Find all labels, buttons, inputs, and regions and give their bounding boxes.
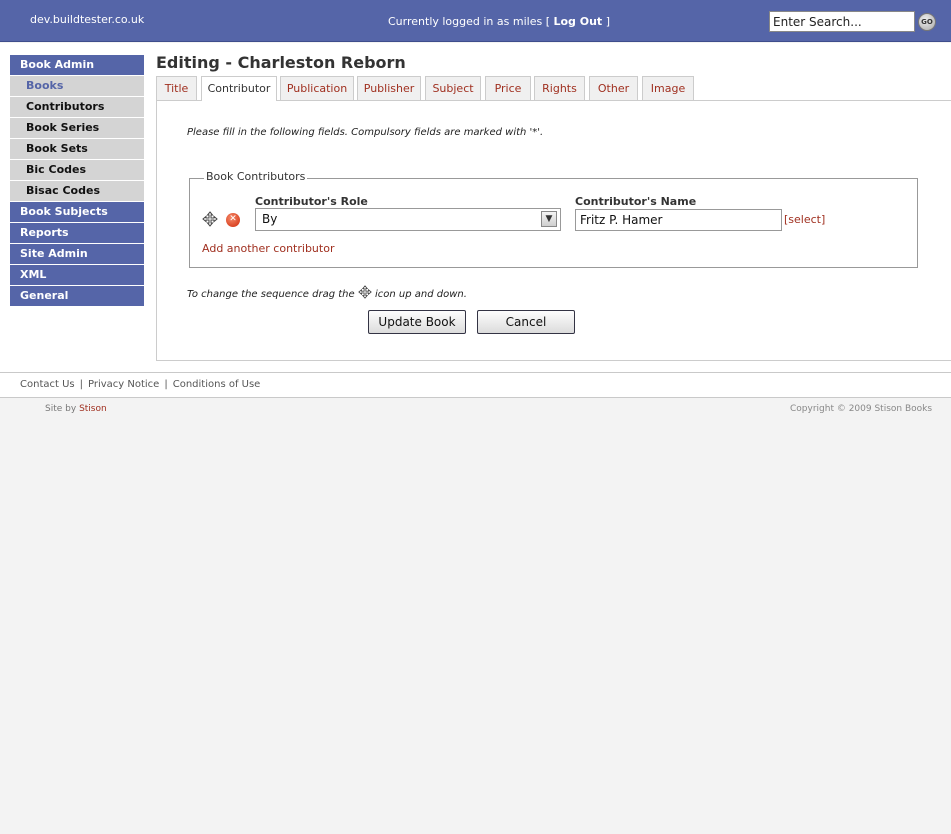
privacy-notice-link[interactable]: Privacy Notice [88, 379, 159, 390]
sidebar-item-contributors[interactable]: Contributors [10, 97, 144, 117]
sidebar-item-site-admin[interactable]: Site Admin [10, 244, 144, 264]
footer-separator: | [164, 379, 168, 390]
sidebar-item-book-subjects[interactable]: Book Subjects [10, 202, 144, 222]
footer-links: Contact Us | Privacy Notice | Conditions of … [20, 379, 260, 390]
sidebar-item-book-series[interactable]: Book Series [10, 118, 144, 138]
sidebar-item-book-sets[interactable]: Book Sets [10, 139, 144, 159]
login-prefix: Currently logged in as miles [ [388, 15, 550, 28]
sidebar-item-general[interactable]: General [10, 286, 144, 306]
tab-publication[interactable]: Publication [280, 76, 354, 100]
top-header-bar: dev.buildtester.co.uk Currently logged i… [0, 0, 951, 42]
name-label: Contributor's Name [575, 195, 697, 208]
role-select-value: By [262, 212, 278, 226]
tab-other[interactable]: Other [589, 76, 638, 100]
drag-move-icon[interactable] [202, 211, 218, 227]
login-suffix: ] [605, 15, 610, 28]
form-intro-text: Please fill in the following fields. Com… [187, 127, 544, 138]
drag-note-after: icon up and down. [375, 289, 467, 300]
contributor-name-input[interactable] [575, 209, 782, 231]
credit-prefix: Site by [45, 404, 77, 414]
role-select[interactable]: By ▼ [255, 208, 561, 231]
role-label: Contributor's Role [255, 195, 368, 208]
fieldset-legend: Book Contributors [204, 170, 308, 183]
sidebar-nav: Book Admin Books Contributors Book Serie… [10, 55, 144, 307]
sidebar-item-book-admin[interactable]: Book Admin [10, 55, 144, 75]
remove-contributor-icon[interactable]: ✕ [226, 213, 240, 227]
drag-note-before: To change the sequence drag the [187, 289, 355, 300]
search-go-button[interactable]: GO [918, 13, 936, 31]
sidebar-item-bisac-codes[interactable]: Bisac Codes [10, 181, 144, 201]
cancel-button[interactable]: Cancel [477, 310, 575, 334]
contact-us-link[interactable]: Contact Us [20, 379, 75, 390]
tab-image[interactable]: Image [642, 76, 694, 100]
tab-subject[interactable]: Subject [425, 76, 481, 100]
footer-separator: | [79, 379, 83, 390]
update-book-button[interactable]: Update Book [368, 310, 466, 334]
credit-link[interactable]: Stison [79, 404, 107, 414]
tab-contributor[interactable]: Contributor [201, 76, 277, 101]
logout-link[interactable]: Log Out [553, 15, 602, 28]
copyright-text: Copyright © 2009 Stison Books [790, 404, 933, 414]
site-credit: Site by Stison [45, 404, 107, 414]
sidebar-item-reports[interactable]: Reports [10, 223, 144, 243]
search-input[interactable] [769, 11, 915, 32]
site-name: dev.buildtester.co.uk [30, 13, 145, 26]
add-contributor-link[interactable]: Add another contributor [202, 242, 334, 255]
move-icon [358, 285, 372, 299]
sidebar-item-xml[interactable]: XML [10, 265, 144, 285]
page-title: Editing - Charleston Reborn [156, 53, 406, 72]
sidebar-item-books[interactable]: Books [10, 76, 144, 96]
conditions-of-use-link[interactable]: Conditions of Use [173, 379, 261, 390]
tab-rights[interactable]: Rights [534, 76, 585, 100]
tab-price[interactable]: Price [485, 76, 531, 100]
login-status: Currently logged in as miles [ Log Out ] [388, 15, 610, 28]
tab-title[interactable]: Title [156, 76, 197, 100]
tab-publisher[interactable]: Publisher [357, 76, 421, 100]
drag-instruction: To change the sequence drag the icon up … [187, 285, 467, 300]
select-contributor-link[interactable]: [select] [784, 213, 825, 226]
chevron-down-icon[interactable]: ▼ [541, 211, 557, 227]
sidebar-item-bic-codes[interactable]: Bic Codes [10, 160, 144, 180]
